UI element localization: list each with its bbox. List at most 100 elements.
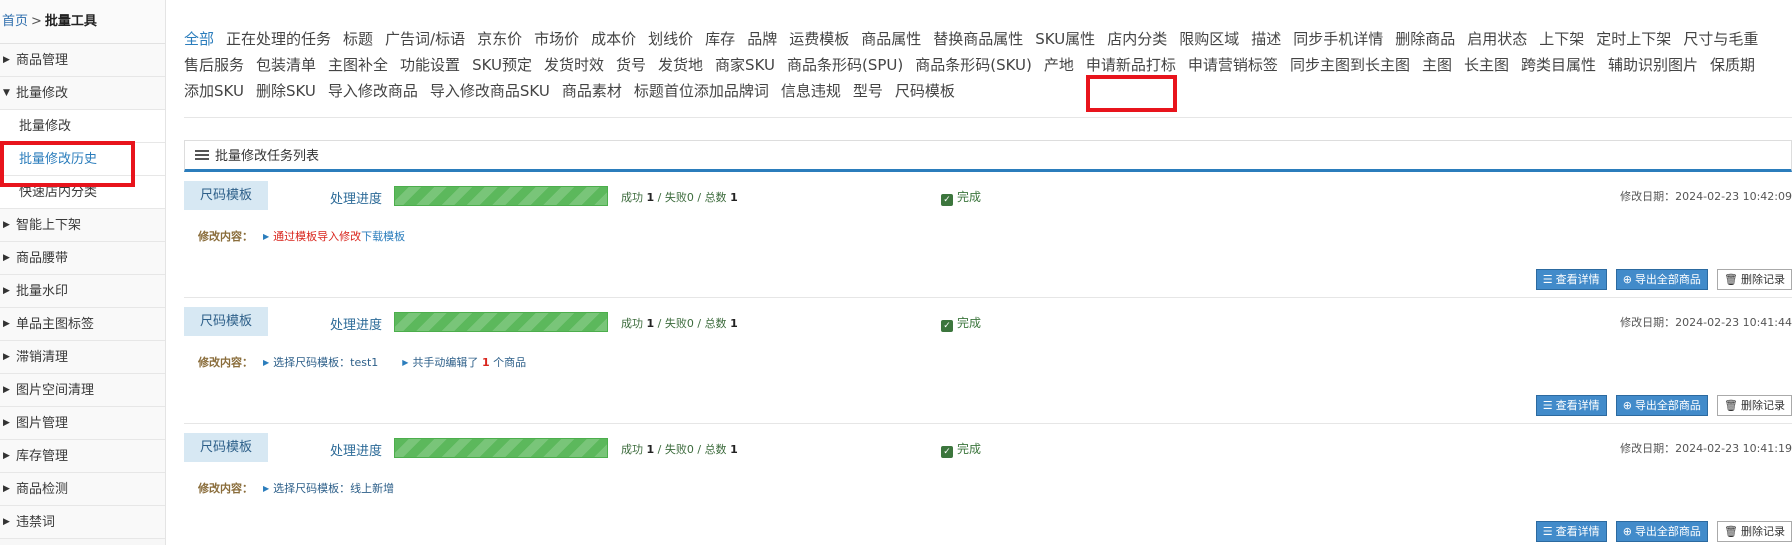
tab-8[interactable]: 库存 xyxy=(705,26,735,52)
total-label: 总数 xyxy=(704,191,727,204)
tab-45[interactable]: 导入修改商品 xyxy=(328,78,418,104)
export-all-button[interactable]: ⊕ 导出全部商品 xyxy=(1615,269,1708,290)
sidebar-item-0[interactable]: ▶ 商品管理 xyxy=(0,44,165,77)
tab-26[interactable]: 功能设置 xyxy=(400,52,460,78)
tab-24[interactable]: 包装清单 xyxy=(256,52,316,78)
trash-icon: 🗑 xyxy=(1724,399,1738,412)
tab-50[interactable]: 型号 xyxy=(853,78,883,104)
download-template-link[interactable]: 下载模板 xyxy=(361,230,405,243)
delete-record-label: 删除记录 xyxy=(1741,273,1785,286)
tab-17[interactable]: 同步手机详情 xyxy=(1293,26,1383,52)
sidebar-item-3[interactable]: 批量修改历史 xyxy=(0,143,165,176)
tab-51[interactable]: 尺码模板 xyxy=(895,78,955,104)
download-circle-icon: ⊕ xyxy=(1622,399,1632,412)
sidebar-item-9[interactable]: ▶ 滞销清理 xyxy=(0,341,165,374)
tab-40[interactable]: 跨类目属性 xyxy=(1521,52,1596,78)
sidebar-item-6[interactable]: ▶ 商品腰带 xyxy=(0,242,165,275)
tab-6[interactable]: 成本价 xyxy=(591,26,636,52)
export-all-button[interactable]: ⊕ 导出全部商品 xyxy=(1615,521,1708,542)
sidebar-item-8[interactable]: ▶ 单品主图标签 xyxy=(0,308,165,341)
sidebar-item-12[interactable]: ▶ 库存管理 xyxy=(0,440,165,473)
sidebar-item-2[interactable]: 批量修改 xyxy=(0,110,165,143)
tab-23[interactable]: 售后服务 xyxy=(184,52,244,78)
tab-15[interactable]: 限购区域 xyxy=(1179,26,1239,52)
tab-18[interactable]: 删除商品 xyxy=(1395,26,1455,52)
sidebar-item-5[interactable]: ▶ 智能上下架 xyxy=(0,209,165,242)
tab-41[interactable]: 辅助识别图片 xyxy=(1608,52,1698,78)
view-detail-button[interactable]: ☰ 查看详情 xyxy=(1535,269,1607,290)
download-circle-icon: ⊕ xyxy=(1622,273,1632,286)
sidebar-item-label: 批量修改 xyxy=(16,86,69,101)
tab-19[interactable]: 启用状态 xyxy=(1467,26,1527,52)
delete-record-button[interactable]: 🗑 删除记录 xyxy=(1717,395,1792,416)
fail-label: / 失败0 / xyxy=(657,191,702,204)
tab-20[interactable]: 上下架 xyxy=(1539,26,1584,52)
tab-33[interactable]: 商品条形码(SKU) xyxy=(915,52,1032,78)
tab-9[interactable]: 品牌 xyxy=(747,26,777,52)
tab-36[interactable]: 申请营销标签 xyxy=(1188,52,1278,78)
tab-16[interactable]: 描述 xyxy=(1251,26,1281,52)
tab-5[interactable]: 市场价 xyxy=(534,26,579,52)
total-count: 1 xyxy=(730,443,738,456)
tab-7[interactable]: 划线价 xyxy=(648,26,693,52)
tab-49[interactable]: 信息违规 xyxy=(781,78,841,104)
tab-30[interactable]: 发货地 xyxy=(658,52,703,78)
modify-date: 修改日期：2024-02-23 10:41:44 xyxy=(1620,316,1792,329)
tab-11[interactable]: 商品属性 xyxy=(861,26,921,52)
task-row: 尺码模板 处理进度 成功 1 / 失败0 / 总数 1 ✓ 完成 修改日期：202… xyxy=(184,424,1792,545)
export-all-button[interactable]: ⊕ 导出全部商品 xyxy=(1615,395,1708,416)
progress-label: 处理进度 xyxy=(330,444,383,459)
progress-label: 处理进度 xyxy=(330,192,383,207)
view-detail-button[interactable]: ☰ 查看详情 xyxy=(1535,521,1607,542)
tab-28[interactable]: 发货时效 xyxy=(544,52,604,78)
delete-record-button[interactable]: 🗑 删除记录 xyxy=(1717,521,1792,542)
tab-3[interactable]: 广告词/标语 xyxy=(385,26,465,52)
tab-2[interactable]: 标题 xyxy=(343,26,373,52)
sidebar-item-7[interactable]: ▶ 批量水印 xyxy=(0,275,165,308)
sidebar-item-11[interactable]: ▶ 图片管理 xyxy=(0,407,165,440)
tab-4[interactable]: 京东价 xyxy=(477,26,522,52)
tab-0[interactable]: 全部 xyxy=(184,26,214,52)
tab-43[interactable]: 添加SKU xyxy=(184,78,244,104)
tab-31[interactable]: 商家SKU xyxy=(715,52,775,78)
tab-22[interactable]: 尺寸与毛重 xyxy=(1683,26,1758,52)
sidebar-item-14[interactable]: ▶ 违禁词 xyxy=(0,506,165,539)
tab-39[interactable]: 长主图 xyxy=(1464,52,1509,78)
tab-25[interactable]: 主图补全 xyxy=(328,52,388,78)
tab-38[interactable]: 主图 xyxy=(1422,52,1452,78)
breadcrumb-home[interactable]: 首页 xyxy=(2,14,28,29)
content-label: 修改内容： xyxy=(198,230,253,243)
app-root: 首页 > 批量工具 ▶ 商品管理 ▼ 批量修改 批量修改 批量修改历史 快速店内分类 ▶ 智能上下架… xyxy=(0,0,1792,545)
tab-32[interactable]: 商品条形码(SPU) xyxy=(787,52,903,78)
tab-10[interactable]: 运费模板 xyxy=(789,26,849,52)
list-icon: ☰ xyxy=(1542,525,1553,538)
panel-title: 批量修改任务列表 xyxy=(215,149,320,164)
task-actions: ☰ 查看详情 ⊕ 导出全部商品 🗑 删除记录 xyxy=(1532,520,1792,542)
sidebar-item-label: 单品主图标签 xyxy=(16,317,95,332)
caret-right-icon: ▶ xyxy=(3,220,10,230)
tab-46[interactable]: 导入修改商品SKU xyxy=(430,78,550,104)
tab-44[interactable]: 删除SKU xyxy=(256,78,316,104)
tab-13[interactable]: SKU属性 xyxy=(1035,26,1095,52)
sidebar-item-label: 图片管理 xyxy=(16,416,69,431)
tab-47[interactable]: 商品素材 xyxy=(562,78,622,104)
tab-34[interactable]: 产地 xyxy=(1044,52,1074,78)
tab-14[interactable]: 店内分类 xyxy=(1107,26,1167,52)
delete-record-button[interactable]: 🗑 删除记录 xyxy=(1717,269,1792,290)
task-row: 尺码模板 处理进度 成功 1 / 失败0 / 总数 1 ✓ 完成 修改日期：202… xyxy=(184,172,1792,298)
tab-35[interactable]: 申请新品打标 xyxy=(1086,52,1176,78)
view-detail-button[interactable]: ☰ 查看详情 xyxy=(1535,395,1607,416)
tab-12[interactable]: 替换商品属性 xyxy=(933,26,1023,52)
sidebar-item-1[interactable]: ▼ 批量修改 xyxy=(0,77,165,110)
tab-37[interactable]: 同步主图到长主图 xyxy=(1290,52,1410,78)
tab-48[interactable]: 标题首位添加品牌词 xyxy=(634,78,769,104)
total-count: 1 xyxy=(730,317,738,330)
tab-1[interactable]: 正在处理的任务 xyxy=(226,26,331,52)
tab-29[interactable]: 货号 xyxy=(616,52,646,78)
sidebar-item-10[interactable]: ▶ 图片空间清理 xyxy=(0,374,165,407)
tab-42[interactable]: 保质期 xyxy=(1710,52,1755,78)
sidebar-item-13[interactable]: ▶ 商品检测 xyxy=(0,473,165,506)
tab-21[interactable]: 定时上下架 xyxy=(1596,26,1671,52)
sidebar-item-4[interactable]: 快速店内分类 xyxy=(0,176,165,209)
tab-27[interactable]: SKU预定 xyxy=(472,52,532,78)
